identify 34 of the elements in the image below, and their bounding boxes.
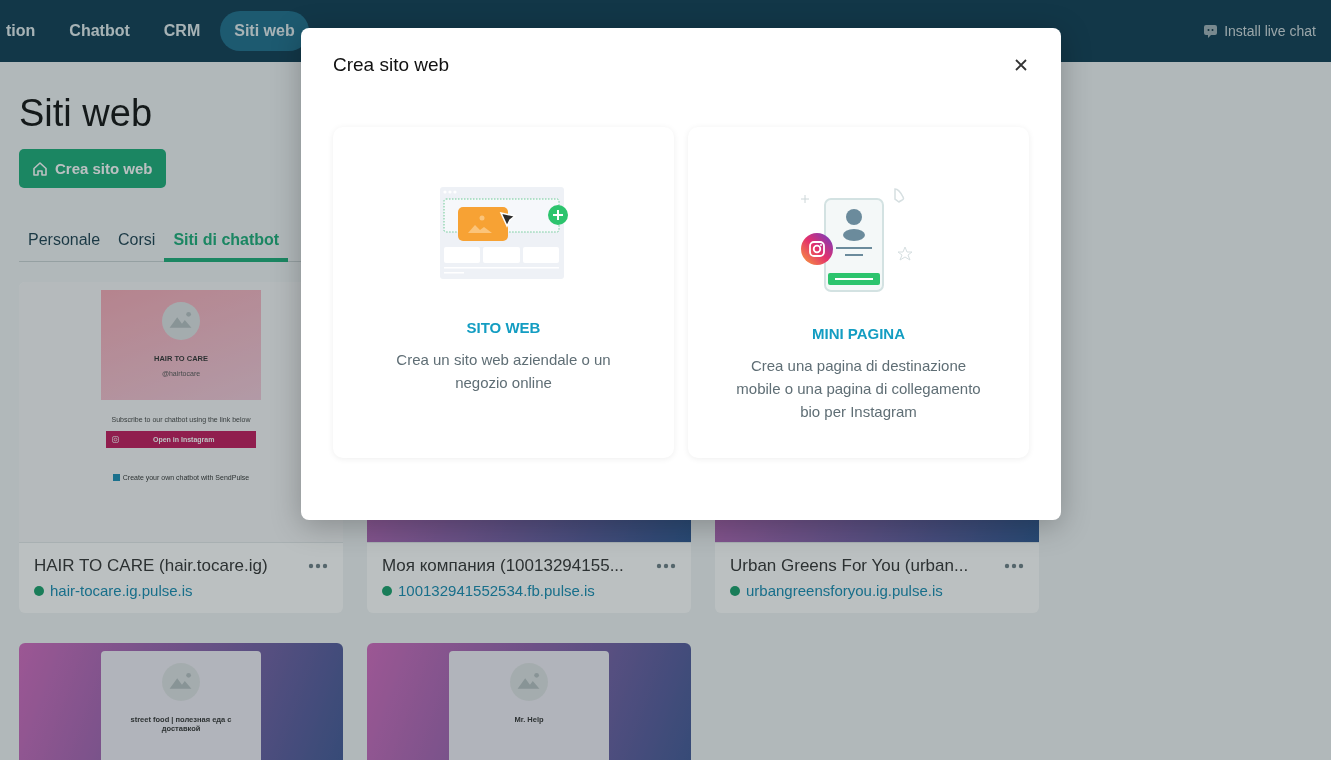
tab[interactable]: Personale bbox=[19, 221, 110, 261]
page-title: Siti web bbox=[19, 92, 154, 135]
website-link[interactable]: 100132941552534.fb.pulse.is bbox=[398, 582, 595, 599]
install-live-chat-link[interactable]: Install live chat bbox=[1203, 23, 1316, 39]
website-name: HAIR TO CARE (hair.tocare.ig) bbox=[34, 556, 268, 576]
option-description: Crea un sito web aziendale o un negozio online bbox=[395, 350, 612, 393]
home-icon bbox=[32, 160, 48, 177]
instagram-icon bbox=[112, 436, 119, 443]
chat-icon bbox=[1203, 23, 1219, 39]
nav-item[interactable]: tion bbox=[0, 11, 50, 51]
option-description: Crea una pagina di destinazione mobile o una pagina di collegamento bio per Instagram bbox=[736, 356, 981, 422]
image-placeholder-icon bbox=[162, 663, 200, 701]
more-options-icon[interactable] bbox=[656, 563, 676, 569]
image-placeholder-icon bbox=[162, 302, 200, 340]
website-link[interactable]: urbangreensforyou.ig.pulse.is bbox=[746, 582, 943, 599]
option-title: SITO WEB bbox=[466, 319, 541, 336]
website-name: Моя компания (10013294155... bbox=[382, 556, 624, 576]
image-placeholder-icon bbox=[510, 663, 548, 701]
option-card[interactable]: MINI PAGINA Crea una pagina di destinazione mobile o una pagina di collegamento bio per Instagram bbox=[688, 127, 1029, 458]
status-dot bbox=[382, 585, 392, 596]
website-link[interactable]: hair-tocare.ig.pulse.is bbox=[50, 582, 193, 599]
status-dot bbox=[730, 585, 740, 596]
status-dot bbox=[34, 585, 44, 596]
close-icon[interactable] bbox=[1015, 59, 1027, 71]
dialog-title: Crea sito web bbox=[333, 54, 450, 76]
nav-item[interactable]: Siti web bbox=[220, 11, 309, 51]
website-name: Urban Greens For You (urban... bbox=[730, 556, 969, 576]
nav-item[interactable]: Chatbot bbox=[55, 11, 144, 51]
more-options-icon[interactable] bbox=[308, 563, 328, 569]
nav-item[interactable]: CRM bbox=[149, 11, 215, 51]
more-options-icon[interactable] bbox=[1004, 563, 1024, 569]
tab[interactable]: Corsi bbox=[109, 221, 165, 261]
option-title: MINI PAGINA bbox=[811, 325, 906, 342]
logo-icon bbox=[112, 474, 120, 481]
